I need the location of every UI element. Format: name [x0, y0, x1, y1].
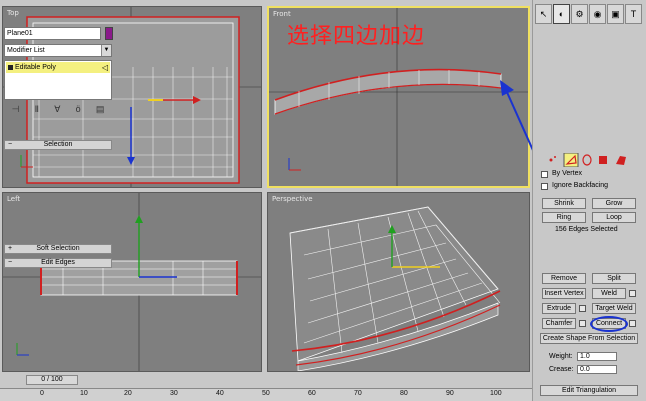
left-view-mesh: [3, 193, 261, 371]
weight-spinner[interactable]: 1.0: [577, 352, 617, 361]
element-mode-icon: [616, 156, 626, 165]
time-slider[interactable]: 0 / 100: [26, 375, 78, 385]
object-name-field[interactable]: Plane01: [4, 27, 101, 40]
pin-stack-icon[interactable]: ⊣: [12, 104, 20, 118]
border-mode-icon: [582, 154, 592, 166]
target-weld-button[interactable]: Target Weld: [592, 303, 636, 314]
create-shape-button[interactable]: Create Shape From Selection: [540, 333, 638, 344]
soft-selection-title: Soft Selection: [36, 245, 80, 252]
ruler-tick: 0: [40, 390, 44, 397]
ruler-tick: 50: [262, 390, 270, 397]
extrude-button[interactable]: Extrude: [542, 303, 576, 314]
edit-edges-title: Edit Edges: [41, 259, 75, 266]
ruler-tick: 80: [400, 390, 408, 397]
object-color-swatch[interactable]: [105, 27, 113, 40]
split-button[interactable]: Split: [592, 273, 636, 284]
motion-icon[interactable]: ◉: [589, 4, 606, 24]
subobject-icons: [549, 153, 626, 167]
time-bar: [0, 374, 532, 386]
modifier-list-label: Modifier List: [7, 47, 45, 54]
weld-settings-button[interactable]: [629, 290, 636, 297]
selection-rollout-header[interactable]: − Selection: [4, 140, 112, 150]
make-unique-icon[interactable]: ∀: [54, 104, 60, 118]
pin-icon[interactable]: ◁: [102, 62, 108, 73]
utilities-hammer-icon[interactable]: T: [625, 4, 642, 24]
remove-button[interactable]: Remove: [542, 273, 586, 284]
ruler-tick: 40: [216, 390, 224, 397]
crease-label: Crease:: [549, 366, 574, 373]
ruler-tick: 100: [490, 390, 502, 397]
ruler-tick: 60: [308, 390, 316, 397]
selection-title: Selection: [43, 141, 73, 148]
show-end-result-icon[interactable]: Ⅱ: [35, 104, 39, 118]
ruler-tick: 10: [80, 390, 88, 397]
modify-icon[interactable]: ◐: [553, 4, 570, 24]
connect-highlight-circle: [590, 316, 628, 332]
ruler-tick: 30: [170, 390, 178, 397]
create-arrow-icon[interactable]: ↖: [535, 4, 552, 24]
command-tabs: ↖ ◐ ⚙ ◉ ▣ T: [535, 4, 645, 24]
stack-tools: ⊣ Ⅱ ∀ ö ▤: [4, 104, 112, 118]
ring-button[interactable]: Ring: [542, 212, 586, 223]
weld-button[interactable]: Weld: [592, 288, 626, 299]
grow-button[interactable]: Grow: [592, 198, 636, 209]
stack-item-editable-poly[interactable]: Editable Poly ◁: [6, 62, 110, 73]
display-icon[interactable]: ▣: [607, 4, 624, 24]
stack-expand-icon[interactable]: [8, 65, 13, 70]
vertex-mode-icon: [549, 156, 556, 162]
hierarchy-icon[interactable]: ⚙: [571, 4, 588, 24]
remove-modifier-icon[interactable]: ö: [76, 104, 81, 118]
chamfer-settings-button[interactable]: [579, 320, 586, 327]
weight-label: Weight:: [549, 353, 573, 360]
ruler-tick: 20: [124, 390, 132, 397]
soft-selection-rollout-header[interactable]: + Soft Selection: [4, 244, 112, 254]
ruler-tick: 70: [354, 390, 362, 397]
edit-triangulation-button[interactable]: Edit Triangulation: [540, 385, 638, 396]
loop-button[interactable]: Loop: [592, 212, 636, 223]
polygon-mode-icon: [599, 156, 607, 164]
by-vertex-label: By Vertex: [552, 170, 582, 177]
extrude-settings-button[interactable]: [579, 305, 586, 312]
ruler-tick: 90: [446, 390, 454, 397]
viewport-left[interactable]: Left: [2, 192, 262, 372]
modifier-stack: Editable Poly ◁: [4, 60, 112, 100]
crease-spinner[interactable]: 0.0: [577, 365, 617, 374]
edit-edges-rollout-header[interactable]: − Edit Edges: [4, 258, 112, 268]
selection-status: 156 Edges Selected: [555, 226, 618, 233]
insert-vertex-button[interactable]: Insert Vertex: [542, 288, 586, 299]
shrink-button[interactable]: Shrink: [542, 198, 586, 209]
stack-item-label: Editable Poly: [15, 64, 56, 71]
ignore-backfacing-label: Ignore Backfacing: [552, 182, 609, 189]
configure-sets-icon[interactable]: ▤: [96, 104, 105, 118]
connect-settings-button[interactable]: [629, 320, 636, 327]
modifier-list-dropdown[interactable]: Modifier List ▼: [4, 44, 112, 57]
chevron-down-icon: ▼: [101, 45, 111, 56]
ignore-backfacing-checkbox[interactable]: [541, 183, 548, 190]
by-vertex-checkbox[interactable]: [541, 171, 548, 178]
chamfer-button[interactable]: Chamfer: [542, 318, 576, 329]
